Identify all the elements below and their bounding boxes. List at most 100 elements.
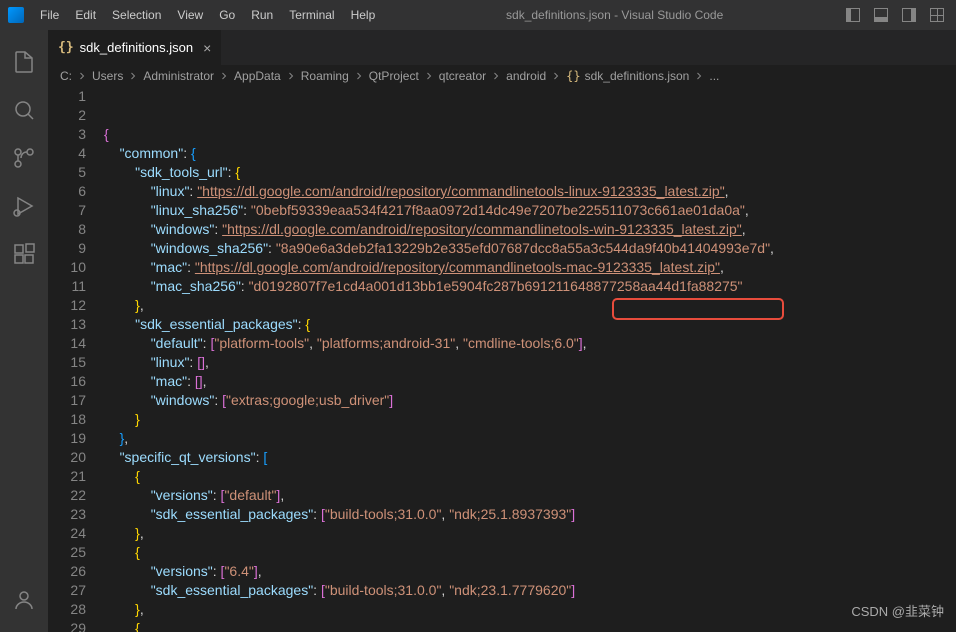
run-debug-icon[interactable] <box>0 182 48 230</box>
code-line[interactable]: "linux_sha256": "0bebf59339eaa534f4217f8… <box>104 201 956 220</box>
layout-controls <box>846 8 948 22</box>
code-line[interactable]: }, <box>104 296 956 315</box>
breadcrumb-segment[interactable]: qtcreator <box>439 69 486 83</box>
code-line[interactable]: "versions": ["default"], <box>104 486 956 505</box>
code-line[interactable]: } <box>104 410 956 429</box>
chevron-right-icon <box>490 70 502 82</box>
code-line[interactable]: "mac_sha256": "d0192807f7e1cd4a001d13bb1… <box>104 277 956 296</box>
line-number: 23 <box>48 505 86 524</box>
code-content[interactable]: { "common": { "sdk_tools_url": { "linux"… <box>104 87 956 632</box>
tab-sdk-definitions[interactable]: {} sdk_definitions.json × <box>48 30 221 65</box>
code-line[interactable]: }, <box>104 600 956 619</box>
highlight-annotation <box>612 298 784 320</box>
line-number: 10 <box>48 258 86 277</box>
activity-bar <box>0 30 48 632</box>
menu-view[interactable]: View <box>169 4 211 26</box>
editor[interactable]: 1234567891011121314151617181920212223242… <box>48 87 956 632</box>
watermark-text: CSDN @韭菜钟 <box>851 601 944 620</box>
line-number: 3 <box>48 125 86 144</box>
code-line[interactable]: { <box>104 619 956 632</box>
breadcrumb-segment[interactable]: Administrator <box>143 69 214 83</box>
toggle-panel-icon[interactable] <box>874 8 888 22</box>
code-line[interactable]: "specific_qt_versions": [ <box>104 448 956 467</box>
breadcrumb-segment[interactable]: C: <box>60 69 72 83</box>
line-number: 28 <box>48 600 86 619</box>
search-icon[interactable] <box>0 86 48 134</box>
code-line[interactable]: }, <box>104 429 956 448</box>
line-number: 2 <box>48 106 86 125</box>
code-line[interactable]: "windows_sha256": "8a90e6a3deb2fa13229b2… <box>104 239 956 258</box>
code-line[interactable]: "linux": "https://dl.google.com/android/… <box>104 182 956 201</box>
menu-go[interactable]: Go <box>211 4 243 26</box>
line-number: 5 <box>48 163 86 182</box>
line-number: 7 <box>48 201 86 220</box>
toggle-sidebar-icon[interactable] <box>846 8 860 22</box>
code-line[interactable]: { <box>104 125 956 144</box>
customize-layout-icon[interactable] <box>930 8 944 22</box>
line-number: 1 <box>48 87 86 106</box>
code-line[interactable]: "sdk_essential_packages": ["build-tools;… <box>104 505 956 524</box>
menu-help[interactable]: Help <box>343 4 384 26</box>
chevron-right-icon <box>285 70 297 82</box>
line-number: 16 <box>48 372 86 391</box>
line-number: 14 <box>48 334 86 353</box>
breadcrumb-segment[interactable]: Roaming <box>301 69 349 83</box>
window-title: sdk_definitions.json - Visual Studio Cod… <box>383 8 846 22</box>
code-line[interactable]: "default": ["platform-tools", "platforms… <box>104 334 956 353</box>
explorer-icon[interactable] <box>0 38 48 86</box>
chevron-right-icon <box>693 70 705 82</box>
code-line[interactable]: "mac": "https://dl.google.com/android/re… <box>104 258 956 277</box>
menu-run[interactable]: Run <box>243 4 281 26</box>
toggle-secondary-sidebar-icon[interactable] <box>902 8 916 22</box>
source-control-icon[interactable] <box>0 134 48 182</box>
line-number-gutter: 1234567891011121314151617181920212223242… <box>48 87 104 632</box>
menubar: FileEditSelectionViewGoRunTerminalHelp <box>32 4 383 26</box>
breadcrumb-segment[interactable]: QtProject <box>369 69 419 83</box>
menu-selection[interactable]: Selection <box>104 4 169 26</box>
json-file-icon: {} <box>58 40 74 55</box>
line-number: 9 <box>48 239 86 258</box>
breadcrumb-segment[interactable]: android <box>506 69 546 83</box>
menu-terminal[interactable]: Terminal <box>281 4 342 26</box>
code-line[interactable]: "sdk_essential_packages": { <box>104 315 956 334</box>
line-number: 19 <box>48 429 86 448</box>
accounts-icon[interactable] <box>0 576 48 624</box>
breadcrumb-segment[interactable]: ... <box>709 69 719 83</box>
code-line[interactable]: "common": { <box>104 144 956 163</box>
chevron-right-icon <box>127 70 139 82</box>
chevron-right-icon <box>353 70 365 82</box>
breadcrumb[interactable]: C: Users Administrator AppData Roaming QtProj… <box>48 65 956 87</box>
code-line[interactable]: "sdk_tools_url": { <box>104 163 956 182</box>
line-number: 13 <box>48 315 86 334</box>
line-number: 21 <box>48 467 86 486</box>
code-line[interactable]: "windows": "https://dl.google.com/androi… <box>104 220 956 239</box>
editor-area: {} sdk_definitions.json × C: Users Adminis… <box>48 30 956 632</box>
line-number: 8 <box>48 220 86 239</box>
code-line[interactable]: "versions": ["6.4"], <box>104 562 956 581</box>
code-line[interactable]: "windows": ["extras;google;usb_driver"] <box>104 391 956 410</box>
code-line[interactable]: { <box>104 467 956 486</box>
line-number: 11 <box>48 277 86 296</box>
chevron-right-icon <box>218 70 230 82</box>
breadcrumb-segment[interactable]: AppData <box>234 69 281 83</box>
code-line[interactable]: "sdk_essential_packages": ["build-tools;… <box>104 581 956 600</box>
line-number: 18 <box>48 410 86 429</box>
chevron-right-icon <box>423 70 435 82</box>
line-number: 25 <box>48 543 86 562</box>
menu-file[interactable]: File <box>32 4 67 26</box>
code-line[interactable]: "mac": [], <box>104 372 956 391</box>
code-line[interactable]: { <box>104 543 956 562</box>
line-number: 29 <box>48 619 86 632</box>
extensions-icon[interactable] <box>0 230 48 278</box>
code-line[interactable]: "linux": [], <box>104 353 956 372</box>
json-file-icon: {} <box>566 69 580 83</box>
line-number: 17 <box>48 391 86 410</box>
close-icon[interactable]: × <box>203 40 211 56</box>
vscode-logo-icon <box>8 7 24 23</box>
menu-edit[interactable]: Edit <box>67 4 104 26</box>
line-number: 4 <box>48 144 86 163</box>
breadcrumb-segment[interactable]: {}sdk_definitions.json <box>566 69 689 83</box>
breadcrumb-segment[interactable]: Users <box>92 69 123 83</box>
code-line[interactable]: }, <box>104 524 956 543</box>
line-number: 24 <box>48 524 86 543</box>
